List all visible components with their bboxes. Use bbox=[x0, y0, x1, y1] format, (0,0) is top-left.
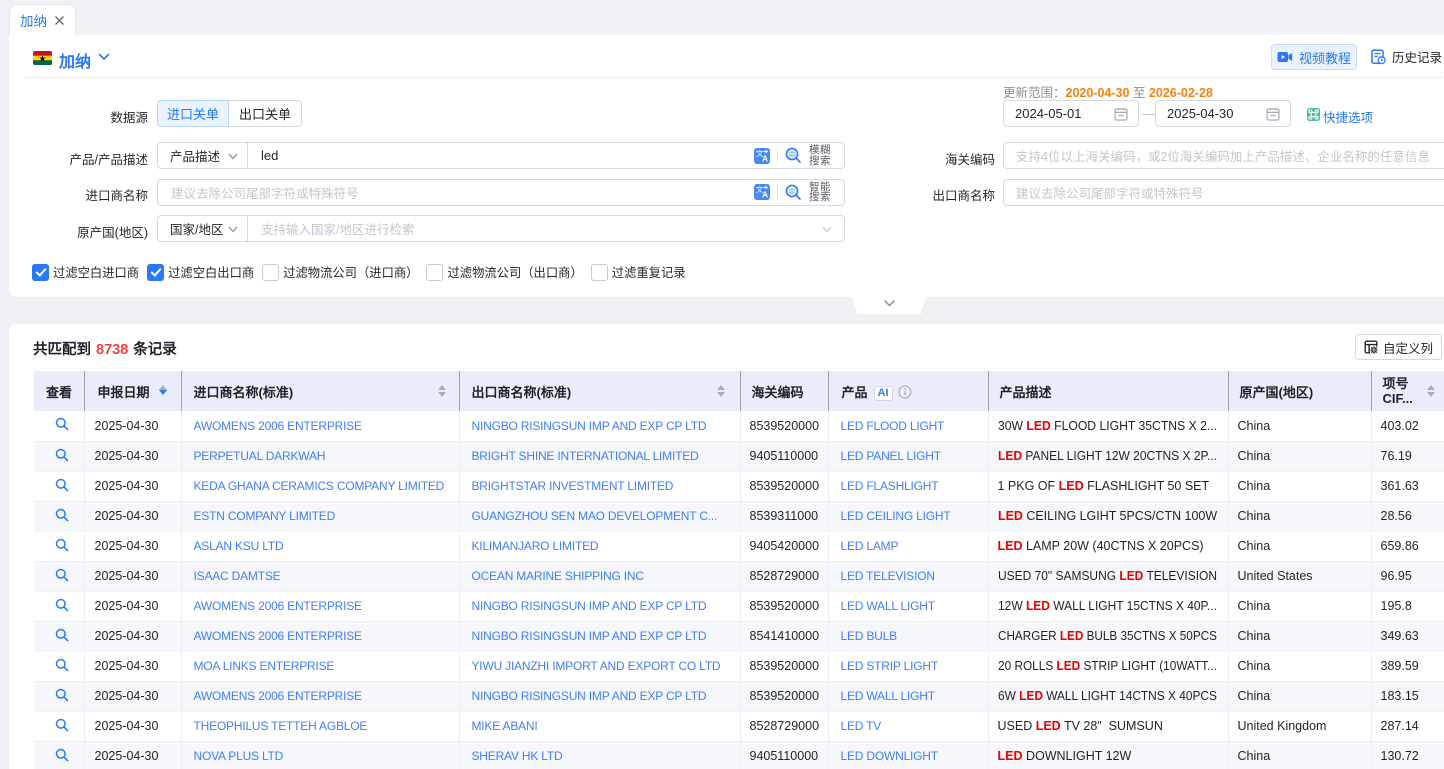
svg-text:A: A bbox=[762, 153, 768, 163]
svg-text:A: A bbox=[762, 189, 768, 199]
